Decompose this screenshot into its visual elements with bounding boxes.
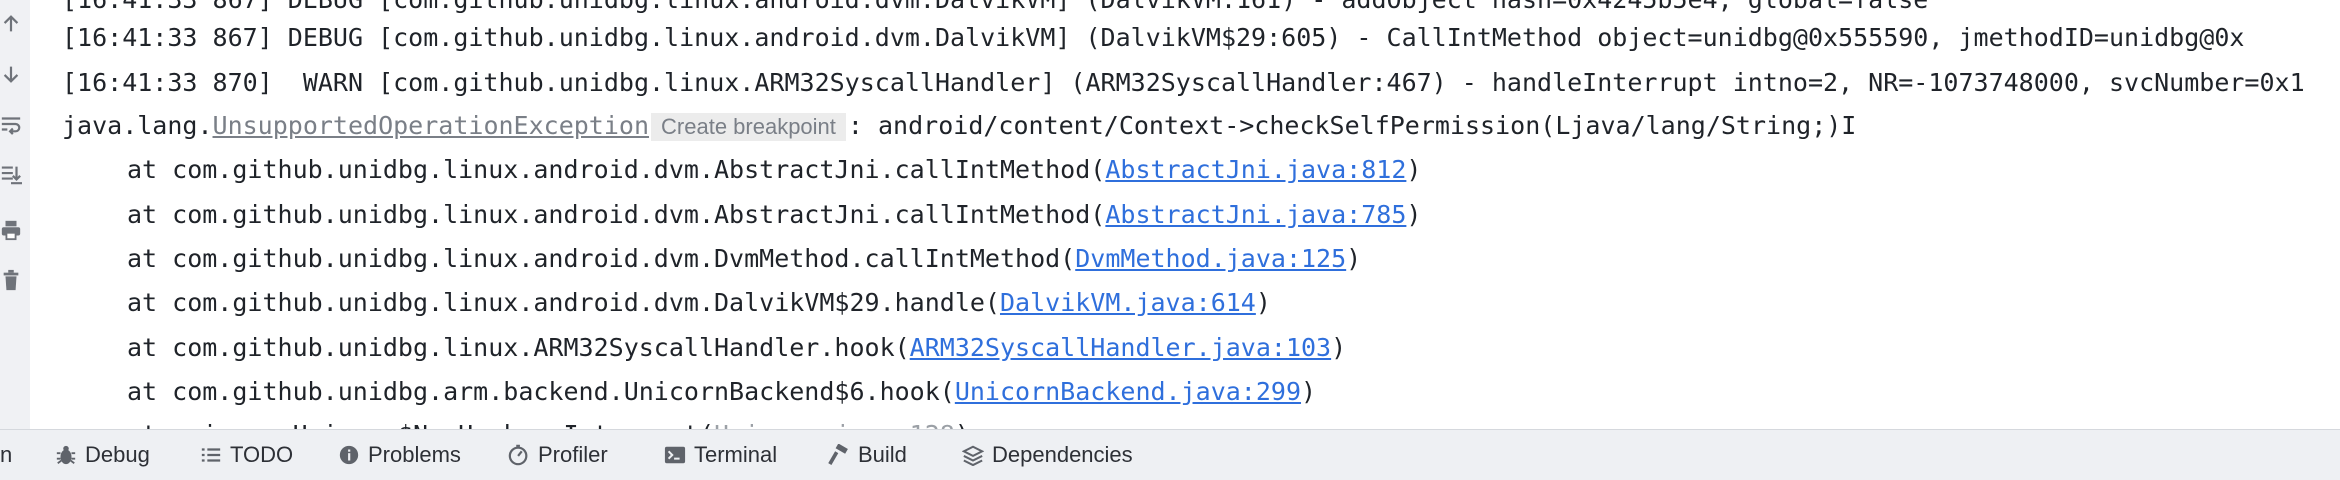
- tool-window-bar: n Debug TODO Problems Profiler Terminal …: [0, 429, 2340, 480]
- frame-text: at com.github.unidbg.linux.android.dvm.D…: [127, 288, 1000, 317]
- arrow-down-icon[interactable]: [0, 56, 22, 92]
- frame-text: at com.github.unidbg.linux.ARM32SyscallH…: [127, 333, 910, 362]
- console-toolbar: [0, 0, 31, 430]
- frame-close: ): [1331, 333, 1347, 362]
- frame-text: at com.github.unidbg.linux.android.dvm.A…: [127, 200, 1106, 229]
- frame-close: ): [1406, 155, 1422, 184]
- log-line: [16:41:33 870] WARN [com.github.unidbg.l…: [62, 68, 2305, 97]
- tab-label: Build: [858, 442, 907, 467]
- frame-close: ): [1406, 200, 1422, 229]
- exception-message: : android/content/Context->checkSelfPerm…: [847, 111, 1857, 140]
- stack-frame: at com.github.unidbg.linux.android.dvm.A…: [127, 200, 1421, 230]
- frame-text: at com.github.unidbg.linux.android.dvm.A…: [127, 155, 1106, 184]
- source-link[interactable]: UnicornBackend.java:299: [955, 377, 1301, 406]
- tab-debug[interactable]: Debug: [55, 430, 150, 480]
- layers-icon: [962, 445, 984, 466]
- frame-text: at com.github.unidbg.arm.backend.Unicorn…: [127, 377, 955, 406]
- profiler-icon: [508, 444, 528, 466]
- hammer-icon: [828, 444, 848, 466]
- create-breakpoint-tooltip[interactable]: Create breakpoint: [651, 113, 846, 141]
- stack-frame: at com.github.unidbg.arm.backend.Unicorn…: [127, 377, 1316, 407]
- tab-build[interactable]: Build: [828, 430, 907, 480]
- stack-frame: at com.github.unidbg.linux.android.dvm.D…: [127, 288, 1271, 318]
- log-line: [16:41:33 867] DEBUG [com.github.unidbg.…: [62, 23, 2245, 52]
- tab-todo[interactable]: TODO: [200, 430, 293, 480]
- source-link[interactable]: DalvikVM.java:614: [1000, 288, 1256, 317]
- stack-frame: at com.github.unidbg.linux.android.dvm.A…: [127, 155, 1421, 185]
- source-link[interactable]: DvmMethod.java:125: [1075, 244, 1346, 273]
- bug-icon: [56, 445, 76, 465]
- exception-prefix: java.lang.: [62, 111, 213, 140]
- stack-frame: at com.github.unidbg.linux.ARM32SyscallH…: [127, 333, 1346, 363]
- console-output[interactable]: [16:41:33 867] DEBUG [com.github.unidbg.…: [30, 0, 2340, 430]
- print-icon[interactable]: [0, 212, 22, 248]
- soft-wrap-icon[interactable]: [0, 106, 22, 142]
- tab-label: TODO: [230, 442, 294, 467]
- frame-close: ): [1346, 244, 1362, 273]
- tab-label: Debug: [85, 442, 150, 467]
- trash-icon[interactable]: [0, 262, 22, 298]
- tab-profiler[interactable]: Profiler: [508, 430, 608, 480]
- list-icon: [201, 448, 221, 462]
- tab-label: Dependencies: [992, 442, 1133, 467]
- source-link[interactable]: AbstractJni.java:812: [1105, 155, 1406, 184]
- exception-line: java.lang.UnsupportedOperationException C…: [62, 111, 1856, 141]
- tab-dependencies[interactable]: Dependencies: [962, 430, 1133, 480]
- stack-frame: at com.github.unidbg.linux.android.dvm.D…: [127, 244, 1361, 274]
- arrow-up-icon[interactable]: [0, 6, 22, 42]
- frame-text: at com.github.unidbg.linux.android.dvm.D…: [127, 244, 1076, 273]
- frame-close: ): [1255, 288, 1271, 317]
- exception-class-link[interactable]: UnsupportedOperationException: [213, 111, 650, 140]
- source-link[interactable]: ARM32SyscallHandler.java:103: [910, 333, 1331, 362]
- tab-terminal[interactable]: Terminal: [664, 430, 777, 480]
- tab-label: Terminal: [694, 442, 778, 467]
- info-icon: [339, 445, 359, 465]
- scroll-to-end-icon[interactable]: [0, 156, 22, 192]
- terminal-icon: [664, 446, 686, 464]
- frame-close: ): [1301, 377, 1317, 406]
- tab-label: Problems: [368, 442, 461, 467]
- truncated-tab-label[interactable]: n: [0, 430, 12, 480]
- log-line: [16:41:33 867] DEBUG [com.github.unidbg.…: [62, 0, 1928, 15]
- tab-label: Profiler: [538, 442, 608, 467]
- source-link[interactable]: AbstractJni.java:785: [1105, 200, 1406, 229]
- tab-problems[interactable]: Problems: [338, 430, 461, 480]
